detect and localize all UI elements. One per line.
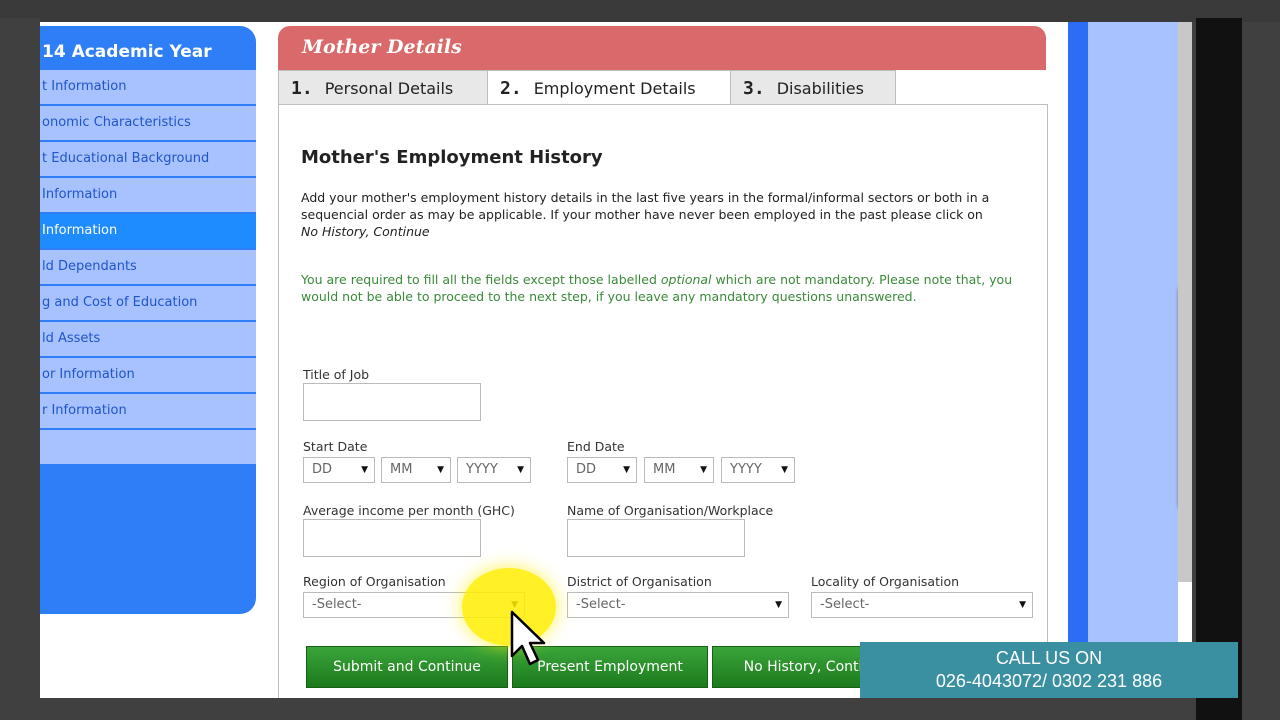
dropdown-arrow-icon: ▼: [623, 465, 630, 475]
dropdown-arrow-icon: ▼: [700, 465, 707, 475]
tab-label: Personal Details: [324, 79, 454, 98]
sidebar: 14 Academic Year t Information onomic Ch…: [40, 26, 256, 614]
window-top-strip: [0, 0, 1280, 22]
mandatory-notice: You are required to fill all the fields …: [301, 271, 1031, 305]
sidebar-item[interactable]: Information: [40, 178, 256, 214]
form-intro: Add your mother's employment history det…: [301, 189, 1021, 240]
dropdown-arrow-icon: ▼: [781, 465, 788, 475]
tab-number: 2.: [500, 78, 522, 99]
end-month-select[interactable]: MM ▼: [644, 457, 714, 483]
scrollbar[interactable]: [1178, 22, 1192, 582]
tab-personal-details[interactable]: 1. Personal Details: [278, 70, 488, 106]
income-label: Average income per month (GHC): [303, 503, 515, 518]
select-value: MM: [653, 462, 676, 477]
sidebar-item[interactable]: r Information: [40, 394, 256, 430]
end-date-label: End Date: [567, 439, 625, 454]
title-of-job-input[interactable]: [303, 383, 481, 421]
sidebar-item[interactable]: ld Assets: [40, 322, 256, 358]
start-date-label: Start Date: [303, 439, 368, 454]
sidebar-item[interactable]: [40, 430, 256, 466]
org-name-label: Name of Organisation/Workplace: [567, 503, 774, 518]
dropdown-arrow-icon: ▼: [437, 465, 444, 475]
form-heading: Mother's Employment History: [301, 147, 603, 168]
title-of-job-label: Title of Job: [303, 367, 370, 382]
start-month-select[interactable]: MM ▼: [381, 457, 451, 483]
sidebar-item[interactable]: t Information: [40, 70, 256, 106]
select-value: MM: [390, 462, 413, 477]
tab-label: Disabilities: [776, 79, 864, 98]
tab-number: 1.: [291, 78, 313, 99]
sidebar-item[interactable]: t Educational Background: [40, 142, 256, 178]
panel-title: Mother Details: [302, 36, 462, 58]
select-value: DD: [576, 462, 597, 477]
tab-label: Employment Details: [533, 79, 696, 98]
form-panel: Mother's Employment History Add your mot…: [278, 104, 1048, 698]
end-year-select[interactable]: YYYY ▼: [721, 457, 795, 483]
locality-select[interactable]: -Select- ▼: [811, 592, 1033, 618]
call-us-label: CALL US ON: [995, 648, 1103, 668]
region-label: Region of Organisation: [303, 574, 446, 589]
tab-employment-details[interactable]: 2. Employment Details: [487, 70, 731, 106]
mouse-pointer-icon: [510, 610, 546, 666]
intro-text: Add your mother's employment history det…: [301, 190, 990, 222]
sidebar-item[interactable]: onomic Characteristics: [40, 106, 256, 142]
web-page: 14 Academic Year t Information onomic Ch…: [40, 22, 1192, 698]
dropdown-arrow-icon: ▼: [1019, 600, 1026, 610]
dropdown-arrow-icon: ▼: [517, 465, 524, 475]
sidebar-item-active[interactable]: Information: [40, 214, 256, 250]
dropdown-arrow-icon: ▼: [361, 465, 368, 475]
intro-link-text: No History, Continue: [301, 224, 430, 239]
district-label: District of Organisation: [567, 574, 712, 589]
select-value: -Select-: [576, 597, 626, 612]
sidebar-item[interactable]: or Information: [40, 358, 256, 394]
locality-label: Locality of Organisation: [811, 574, 960, 589]
call-us-numbers: 026-4043072/ 0302 231 886: [935, 671, 1163, 691]
sidebar-item[interactable]: g and Cost of Education: [40, 286, 256, 322]
select-value: -Select-: [820, 597, 870, 612]
select-value: -Select-: [312, 597, 362, 612]
income-input[interactable]: [303, 519, 481, 557]
end-day-select[interactable]: DD ▼: [567, 457, 637, 483]
district-select[interactable]: -Select- ▼: [567, 592, 789, 618]
select-value: YYYY: [466, 462, 498, 477]
right-margin: [1196, 18, 1242, 720]
notice-text: You are required to fill all the fields …: [301, 272, 661, 287]
sidebar-item[interactable]: ld Dependants: [40, 250, 256, 286]
select-value: DD: [312, 462, 333, 477]
start-day-select[interactable]: DD ▼: [303, 457, 375, 483]
tab-disabilities[interactable]: 3. Disabilities: [730, 70, 896, 106]
start-year-select[interactable]: YYYY ▼: [457, 457, 531, 483]
decorative-band: [1068, 22, 1088, 642]
call-us-banner: CALL US ON 026-4043072/ 0302 231 886: [860, 642, 1238, 698]
dropdown-arrow-icon: ▼: [775, 600, 782, 610]
panel-header: Mother Details: [278, 26, 1046, 70]
submit-continue-button[interactable]: Submit and Continue: [306, 646, 508, 688]
select-value: YYYY: [730, 462, 762, 477]
left-margin: [0, 18, 40, 720]
org-name-input[interactable]: [567, 519, 745, 557]
tab-number: 3.: [743, 78, 765, 99]
decorative-band-light: [1088, 22, 1178, 642]
sidebar-title: 14 Academic Year: [42, 42, 212, 62]
notice-optional: optional: [660, 272, 712, 287]
